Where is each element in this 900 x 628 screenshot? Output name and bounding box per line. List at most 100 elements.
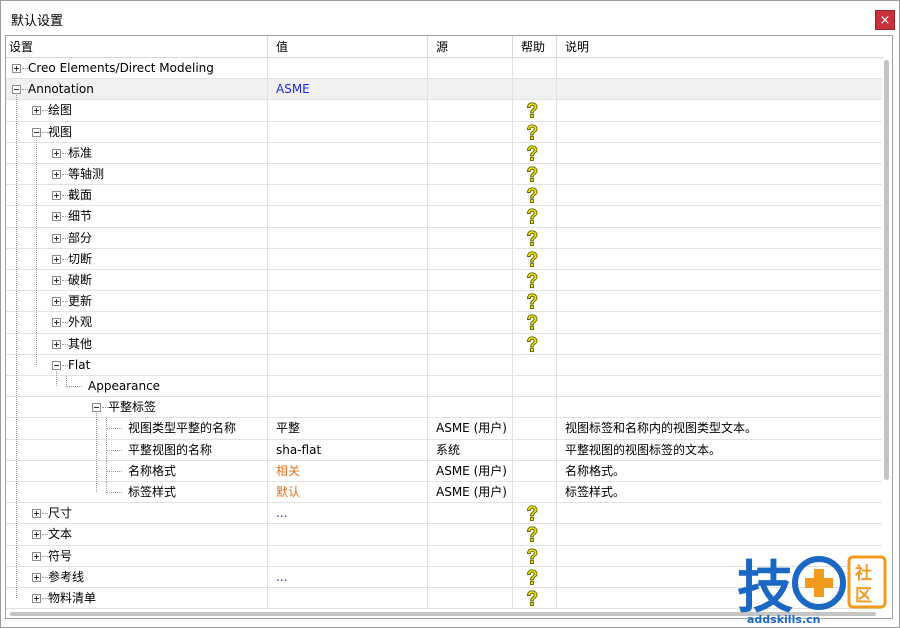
addskills-watermark: 技 社 区 addskills.cn: [737, 549, 897, 628]
source-cell: [428, 206, 513, 228]
source-cell: [428, 164, 513, 185]
help-question-icon[interactable]: [525, 123, 539, 141]
description-cell: [557, 185, 882, 206]
tree-row[interactable]: 等轴测: [6, 164, 882, 186]
help-question-icon[interactable]: [525, 102, 539, 119]
description-cell: [557, 334, 882, 355]
value-cell[interactable]: ...: [268, 566, 428, 588]
description-cell: [557, 376, 882, 397]
source-cell: [428, 248, 513, 270]
source-cell: [428, 354, 513, 376]
source-cell: ASME (用户): [428, 418, 513, 440]
source-cell: [428, 566, 513, 588]
collapse-icon[interactable]: [52, 360, 61, 370]
value-cell[interactable]: 相关: [268, 460, 428, 482]
help-question-icon[interactable]: [525, 145, 539, 162]
setting-cell: 物料清单: [6, 588, 268, 609]
value-cell[interactable]: 平整: [268, 418, 428, 440]
setting-cell: 细节: [6, 206, 268, 228]
value-cell[interactable]: 默认: [268, 482, 428, 503]
collapse-icon[interactable]: [32, 127, 41, 137]
tree-row[interactable]: 文本: [6, 524, 882, 546]
expand-icon[interactable]: [32, 106, 41, 116]
description-cell: [557, 312, 882, 333]
expand-icon[interactable]: [32, 551, 41, 561]
help-cell: [513, 566, 557, 588]
expand-icon[interactable]: [52, 276, 61, 285]
expand-icon[interactable]: [52, 212, 61, 222]
tree-connector-line: [16, 95, 17, 598]
help-cell: [513, 460, 557, 482]
expand-icon[interactable]: [52, 297, 61, 307]
tree-row[interactable]: Appearance: [6, 376, 882, 398]
tree-row[interactable]: 细节: [6, 206, 882, 228]
tree-row[interactable]: 尺寸...: [6, 503, 882, 525]
expand-icon[interactable]: [12, 64, 21, 73]
vertical-scrollbar[interactable]: [882, 58, 891, 618]
expand-icon[interactable]: [52, 233, 61, 243]
expand-icon[interactable]: [32, 572, 41, 582]
value-cell[interactable]: sha-flat: [268, 439, 428, 461]
setting-label: 名称格式: [128, 463, 177, 478]
help-question-icon[interactable]: [525, 569, 539, 586]
value-cell: [268, 333, 428, 355]
collapse-icon[interactable]: [92, 403, 101, 413]
tree-row[interactable]: 平整标签: [6, 397, 882, 419]
tree-row[interactable]: 破断: [6, 270, 882, 292]
expand-icon[interactable]: [52, 318, 61, 328]
help-question-icon[interactable]: [525, 547, 539, 565]
tree-row[interactable]: 其他: [6, 333, 882, 355]
column-header-source[interactable]: 源: [428, 36, 513, 58]
tree-row[interactable]: Flat: [6, 354, 882, 376]
expand-icon[interactable]: [52, 254, 61, 264]
help-question-icon[interactable]: [525, 251, 539, 268]
value-cell: [268, 121, 428, 143]
tree-row[interactable]: 平整视图的名称 sha-flat 系统 平整视图的视图标签的文本。: [6, 439, 882, 461]
expand-icon[interactable]: [32, 594, 41, 603]
setting-label: 物料清单: [48, 591, 97, 605]
column-header-description[interactable]: 说明: [557, 36, 884, 58]
expand-icon[interactable]: [52, 170, 61, 179]
collapse-icon[interactable]: [12, 85, 21, 95]
column-header-help[interactable]: 帮助: [513, 36, 557, 58]
tree-row[interactable]: 绘图: [6, 100, 882, 122]
column-header-value[interactable]: 值: [268, 36, 428, 58]
help-question-icon[interactable]: [525, 335, 539, 353]
setting-label: 部分: [68, 230, 93, 245]
tree-row[interactable]: 标准: [6, 142, 882, 164]
help-question-icon[interactable]: [525, 526, 539, 543]
help-question-icon[interactable]: [525, 187, 539, 204]
tree-row[interactable]: 更新: [6, 291, 882, 313]
help-question-icon[interactable]: [525, 208, 539, 225]
value-cell[interactable]: ASME: [268, 79, 428, 101]
expand-icon[interactable]: [52, 339, 61, 349]
expand-icon[interactable]: [32, 530, 41, 540]
help-question-icon[interactable]: [525, 272, 539, 289]
tree-row[interactable]: Creo Elements/Direct Modeling: [6, 58, 882, 80]
help-question-icon[interactable]: [525, 590, 539, 607]
description-cell: [557, 206, 882, 227]
tree-row[interactable]: 截面: [6, 185, 882, 207]
tree-row[interactable]: 外观: [6, 312, 882, 334]
expand-icon[interactable]: [52, 148, 61, 158]
expand-icon[interactable]: [32, 509, 41, 519]
tree-row[interactable]: 视图: [6, 121, 882, 143]
value-cell: [268, 354, 428, 376]
tree-row[interactable]: 视图类型平整的名称 平整 ASME (用户) 视图标签和名称内的视图类型文本。: [6, 418, 882, 440]
setting-label: Creo Elements/Direct Modeling: [28, 61, 214, 75]
expand-icon[interactable]: [52, 191, 61, 201]
help-question-icon[interactable]: [525, 293, 539, 310]
tree-row[interactable]: 切断: [6, 248, 882, 270]
help-question-icon[interactable]: [525, 314, 539, 331]
tree-row[interactable]: 部分: [6, 227, 882, 249]
value-cell[interactable]: ...: [268, 503, 428, 525]
vertical-scroll-thumb[interactable]: [884, 60, 889, 480]
tree-row[interactable]: 标签样式 默认 ASME (用户) 标签样式。: [6, 482, 882, 504]
tree-row[interactable]: 名称格式 相关 ASME (用户) 名称格式。: [6, 460, 882, 482]
tree-row[interactable]: Annotation ASME: [6, 79, 882, 101]
close-button[interactable]: ×: [875, 10, 895, 30]
help-question-icon[interactable]: [525, 166, 539, 183]
help-question-icon[interactable]: [525, 505, 539, 522]
column-header-setting[interactable]: 设置: [6, 36, 268, 58]
help-question-icon[interactable]: [525, 229, 539, 247]
